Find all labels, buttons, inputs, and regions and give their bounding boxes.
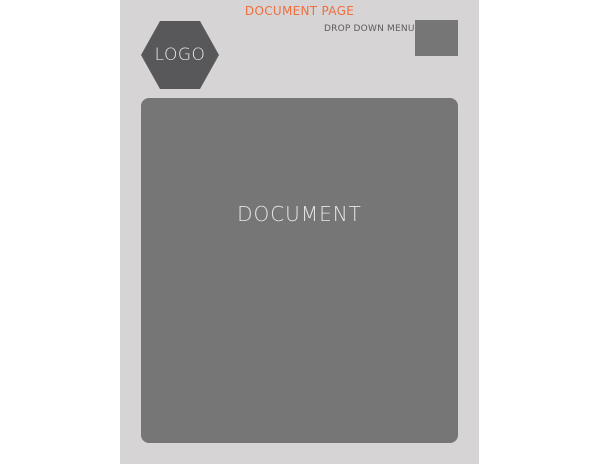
- dropdown-menu-label: DROP DOWN MENU: [324, 24, 415, 34]
- page-title: DOCUMENT PAGE: [244, 4, 355, 18]
- document-label: DOCUMENT: [237, 202, 362, 226]
- dropdown-menu-button[interactable]: [415, 20, 458, 56]
- page-canvas: DOCUMENT PAGE LOGO DROP DOWN MENU DOCUME…: [120, 0, 479, 464]
- logo-text: LOGO: [154, 45, 206, 65]
- document-area[interactable]: DOCUMENT: [141, 98, 458, 443]
- logo[interactable]: LOGO: [140, 20, 220, 90]
